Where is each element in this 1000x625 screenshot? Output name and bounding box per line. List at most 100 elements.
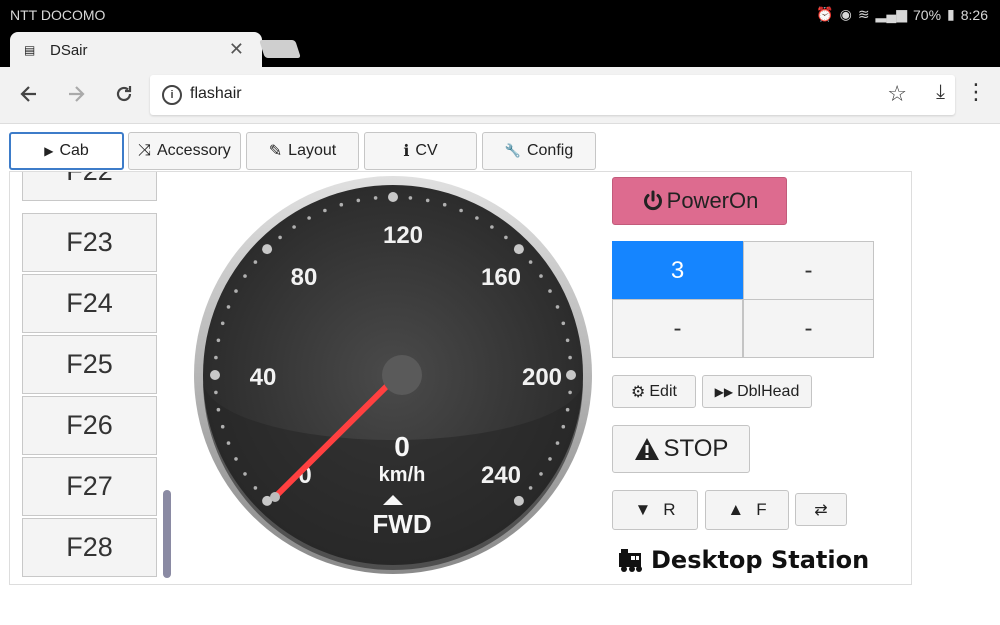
locomotive-icon <box>619 549 642 572</box>
stop-label: STOP <box>663 435 729 462</box>
tick-label-80: 80 <box>291 264 318 291</box>
train-favicon-icon: ▤ <box>24 43 36 57</box>
address-slot-3[interactable]: - <box>612 299 743 358</box>
back-icon[interactable] <box>14 79 44 109</box>
browser-tab[interactable]: ▤ DSair ✕ <box>10 32 262 67</box>
minor-tick-dot <box>548 289 552 293</box>
minor-tick-dot <box>561 424 566 429</box>
minor-tick-dot <box>307 216 311 220</box>
tab-cv[interactable]: ℹ CV <box>364 132 477 170</box>
reverse-button[interactable]: ▼ R <box>612 490 698 530</box>
swap-arrows-icon: ⇄ <box>814 501 828 519</box>
function-button-f22[interactable]: F22 <box>22 172 157 201</box>
wifi-icon: ≋ <box>857 6 870 22</box>
battery-level: 70% <box>913 6 942 23</box>
minor-tick-dot <box>339 202 344 207</box>
info-circle-icon: ℹ <box>403 143 410 160</box>
address-slot-4[interactable]: - <box>743 299 874 358</box>
function-button-f23[interactable]: F23 <box>22 213 157 272</box>
tab-layout[interactable]: ✎ Layout <box>246 132 359 170</box>
major-tick-dot <box>513 495 524 506</box>
reverse-label: R <box>663 500 676 519</box>
edit-button[interactable]: ⚙ Edit <box>612 375 696 408</box>
minor-tick-dot <box>356 198 361 203</box>
status-bar: NTT DOCOMO ⏰ ◉ ≋ ▂▄▆ 70% ▮ 8:26 <box>0 0 1000 30</box>
minor-tick-dot <box>568 355 572 360</box>
download-icon[interactable]: ⤓ <box>936 81 945 104</box>
direction-label: FWD <box>372 509 431 539</box>
forward-icon[interactable] <box>61 79 91 109</box>
browser-tab-strip: ▤ DSair ✕ <box>0 30 1000 67</box>
new-tab-button[interactable] <box>259 40 301 58</box>
power-on-label: PowerOn <box>666 188 759 213</box>
minor-tick-dot <box>220 321 225 326</box>
needle-hub <box>382 355 422 395</box>
minor-tick-dot <box>539 274 543 278</box>
tab-title: DSair <box>50 42 88 59</box>
forward-label: F <box>756 500 767 519</box>
swap-direction-button[interactable]: ⇄ <box>795 493 847 526</box>
pencil-icon: ✎ <box>268 143 283 160</box>
tick-label-160: 160 <box>481 264 521 291</box>
minor-tick-dot <box>323 208 327 213</box>
emergency-stop-button[interactable]: STOP <box>612 425 750 473</box>
bookmark-star-icon[interactable]: ☆ <box>887 81 907 107</box>
tab-cab-label: Cab <box>59 142 89 159</box>
power-icon <box>643 190 662 211</box>
fast-forward-icon: ▶▶ <box>714 384 734 399</box>
status-icons: ⏰ ◉ ≋ ▂▄▆ 70% ▮ 8:26 <box>816 6 988 23</box>
power-on-button[interactable]: PowerOn <box>612 177 787 225</box>
forward-button[interactable]: ▲ F <box>705 490 789 530</box>
address-slot-1[interactable]: 3 <box>612 241 743 300</box>
tab-accessory[interactable]: ⤨ Accessory <box>128 132 241 170</box>
url-text[interactable]: flashair <box>190 85 242 103</box>
tick-label-240: 240 <box>481 462 521 489</box>
minor-tick-dot <box>425 198 430 203</box>
major-tick-dot <box>210 370 220 380</box>
minor-tick-dot <box>528 260 533 264</box>
minor-tick-dot <box>253 486 258 490</box>
address-slot-2[interactable]: - <box>743 241 874 300</box>
reload-icon[interactable] <box>109 79 139 109</box>
minor-tick-dot <box>555 305 560 309</box>
carrier-label: NTT DOCOMO <box>10 7 106 23</box>
tab-config[interactable]: 🔧 Config <box>482 132 596 170</box>
tab-cv-label: CV <box>415 142 438 159</box>
minor-tick-dot <box>459 208 463 213</box>
major-tick-dot <box>388 192 398 202</box>
triangle-up-icon: ▲ <box>727 500 745 519</box>
function-button-f25[interactable]: F25 <box>22 335 157 394</box>
function-list-scrollbar[interactable] <box>163 490 171 578</box>
major-tick-dot <box>262 244 273 255</box>
tab-cab[interactable]: ▶ Cab <box>9 132 124 170</box>
tick-label-40: 40 <box>250 364 277 391</box>
edit-label: Edit <box>649 382 677 400</box>
function-button-f24[interactable]: F24 <box>22 274 157 333</box>
function-button-f27[interactable]: F27 <box>22 457 157 516</box>
more-menu-icon[interactable]: ⋮ <box>965 79 987 105</box>
alarm-icon: ⏰ <box>816 6 834 22</box>
minor-tick-dot <box>234 457 238 461</box>
info-icon[interactable]: i <box>162 85 182 105</box>
brand-text: Desktop Station <box>651 546 870 574</box>
close-tab-icon[interactable]: ✕ <box>229 39 244 60</box>
minor-tick-dot <box>243 472 247 476</box>
minor-tick-dot <box>214 390 218 395</box>
function-button-f28[interactable]: F28 <box>22 518 157 577</box>
tick-label-120: 120 <box>383 222 423 249</box>
speed-gauge[interactable]: 40 80 120 160 200 240 0 0 km/h FWD <box>193 175 593 575</box>
tab-accessory-label: Accessory <box>157 142 231 159</box>
function-list[interactable]: F22 F23 F24 F25 F26 F27 F28 <box>22 172 159 584</box>
minor-tick-dot <box>408 196 413 200</box>
minor-tick-dot <box>214 355 218 360</box>
minor-tick-dot <box>565 407 570 412</box>
tick-label-200: 200 <box>522 364 562 391</box>
minor-tick-dot <box>539 472 543 476</box>
function-button-f26[interactable]: F26 <box>22 396 157 455</box>
dblhead-button[interactable]: ▶▶ DblHead <box>702 375 812 408</box>
address-bar[interactable]: i flashair ☆ ⤓ <box>150 75 955 115</box>
minor-tick-dot <box>565 338 570 343</box>
minor-tick-dot <box>226 441 231 445</box>
shuffle-icon: ⤨ <box>138 142 151 159</box>
minor-tick-dot <box>278 235 282 240</box>
